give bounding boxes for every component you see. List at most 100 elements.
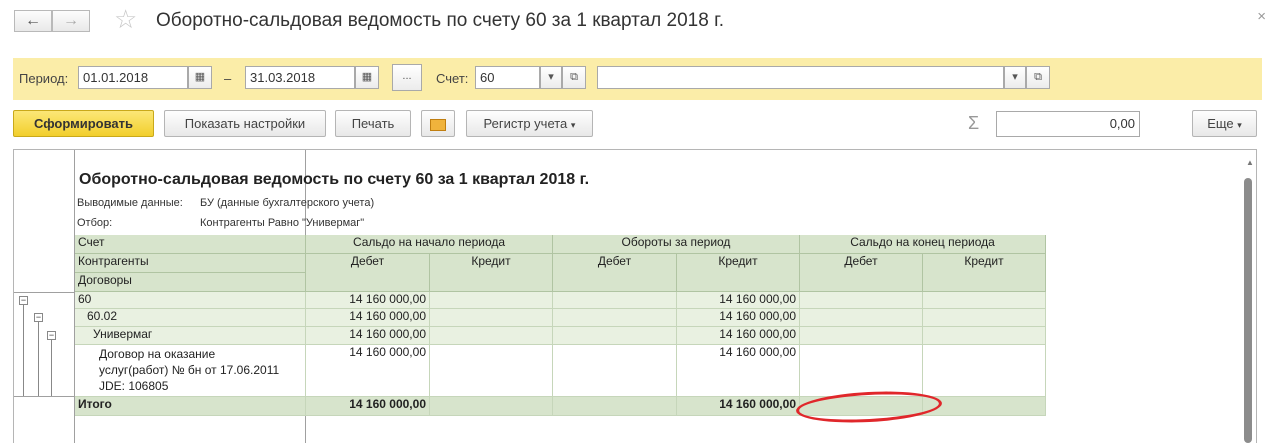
period-select-button[interactable]: ...: [392, 64, 422, 91]
contract-line: JDE: 106805: [99, 379, 169, 393]
filter-label: Отбор:: [77, 217, 113, 229]
opening-credit-cell: [430, 309, 553, 327]
more-label: Еще: [1207, 116, 1234, 131]
envelope-icon: [430, 118, 446, 131]
header-credit: Кредит: [923, 254, 1046, 292]
date-from-field[interactable]: 01.01.2018: [78, 66, 188, 89]
header-opening-balance: Сальдо на начало периода: [306, 235, 553, 254]
favorite-star-icon[interactable]: ☆: [114, 6, 137, 32]
period-dash: –: [224, 71, 232, 86]
total-turnover-debit: [553, 397, 677, 416]
window-title: Оборотно-сальдовая ведомость по счету 60…: [156, 10, 724, 31]
header-closing-balance: Сальдо на конец периода: [800, 235, 1046, 254]
contract-line: услуг(работ) № бн от 17.06.2011: [99, 363, 280, 377]
register-label: Регистр учета: [483, 116, 568, 131]
collapse-toggle-icon[interactable]: −: [19, 296, 28, 305]
account-open-button[interactable]: ⧉: [562, 66, 586, 89]
closing-credit-cell: [923, 292, 1046, 309]
date-to-field[interactable]: 31.03.2018: [245, 66, 355, 89]
turnover-credit-cell: 14 160 000,00: [677, 345, 800, 397]
collapse-toggle-icon[interactable]: −: [34, 313, 43, 322]
opening-debit-cell: 14 160 000,00: [306, 327, 430, 345]
calendar-from-button[interactable]: ▦: [188, 66, 212, 89]
table-row-label: Договор на оказание услуг(работ) № бн от…: [75, 345, 306, 397]
opening-credit-cell: [430, 345, 553, 397]
output-label: Выводимые данные:: [77, 197, 183, 209]
header-turnover: Обороты за период: [553, 235, 800, 254]
header-debit: Дебет: [800, 254, 923, 292]
open-link-icon: ⧉: [570, 71, 578, 83]
collapse-toggle-icon[interactable]: −: [47, 331, 56, 340]
open-link-icon: ⧉: [1034, 71, 1042, 83]
header-debit: Дебет: [553, 254, 677, 292]
show-settings-button[interactable]: Показать настройки: [164, 110, 326, 137]
account-label: Счет:: [436, 71, 469, 86]
closing-debit-cell: [800, 292, 923, 309]
register-button[interactable]: Регистр учета ▾: [466, 110, 593, 137]
opening-credit-cell: [430, 327, 553, 345]
calendar-to-button[interactable]: ▦: [355, 66, 379, 89]
header-debit: Дебет: [306, 254, 430, 292]
tree-line: [23, 305, 24, 396]
close-icon[interactable]: ×: [1257, 8, 1266, 25]
header-credit: Кредит: [430, 254, 553, 292]
row-divider: [14, 292, 74, 293]
subconto-open-button[interactable]: ⧉: [1026, 66, 1050, 89]
row-divider: [14, 396, 74, 397]
closing-debit-cell: [800, 327, 923, 345]
chevron-down-icon: ▾: [570, 120, 576, 130]
closing-credit-cell: [923, 345, 1046, 397]
opening-debit-cell: 14 160 000,00: [306, 292, 430, 309]
more-button[interactable]: Еще ▾: [1192, 110, 1257, 137]
subconto-field[interactable]: [597, 66, 1004, 89]
header-account: Счет: [75, 235, 306, 254]
turnover-debit-cell: [553, 292, 677, 309]
contract-line: Договор на оказание: [99, 347, 216, 361]
total-turnover-credit: 14 160 000,00: [677, 397, 800, 416]
tree-line: [51, 340, 52, 396]
closing-debit-cell: [800, 309, 923, 327]
arrow-left-icon: ←: [25, 12, 41, 29]
header-contract: Договоры: [75, 273, 306, 292]
period-label: Период:: [19, 71, 69, 86]
total-opening-debit: 14 160 000,00: [306, 397, 430, 416]
generate-button[interactable]: Сформировать: [13, 110, 154, 137]
sum-icon: Σ: [968, 113, 980, 133]
account-field[interactable]: 60: [475, 66, 540, 89]
sum-field[interactable]: 0,00: [996, 111, 1140, 137]
chevron-down-icon: ▾: [1012, 71, 1018, 83]
forward-button[interactable]: →: [52, 10, 90, 32]
total-closing-credit: [923, 397, 1046, 416]
print-button[interactable]: Печать: [335, 110, 411, 137]
table-row-label: 60.02: [75, 309, 306, 327]
header-credit: Кредит: [677, 254, 800, 292]
total-label: Итого: [75, 397, 306, 416]
chevron-down-icon: ▾: [548, 71, 554, 83]
arrow-right-icon: →: [63, 12, 79, 29]
calendar-icon: ▦: [194, 71, 206, 83]
turnover-credit-cell: 14 160 000,00: [677, 327, 800, 345]
scroll-up-icon[interactable]: ▲: [1246, 158, 1254, 167]
table-row-label: 60: [75, 292, 306, 309]
header-counterparty: Контрагенты: [75, 254, 306, 273]
tree-line: [38, 322, 39, 396]
opening-debit-cell: 14 160 000,00: [306, 345, 430, 397]
opening-credit-cell: [430, 292, 553, 309]
vertical-scrollbar[interactable]: [1244, 178, 1252, 443]
output-value: БУ (данные бухгалтерского учета): [200, 197, 375, 209]
closing-credit-cell: [923, 309, 1046, 327]
opening-debit-cell: 14 160 000,00: [306, 309, 430, 327]
closing-credit-cell: [923, 327, 1046, 345]
filter-value: Контрагенты Равно "Универмаг": [200, 217, 365, 229]
table-row-label: Универмаг: [75, 327, 306, 345]
calendar-icon: ▦: [361, 71, 373, 83]
total-opening-credit: [430, 397, 553, 416]
email-button[interactable]: [421, 110, 455, 137]
chevron-down-icon: ▾: [1237, 120, 1242, 130]
account-dropdown-button[interactable]: ▾: [540, 66, 562, 89]
report-title: Оборотно-сальдовая ведомость по счету 60…: [79, 171, 590, 188]
turnover-credit-cell: 14 160 000,00: [677, 309, 800, 327]
subconto-dropdown-button[interactable]: ▾: [1004, 66, 1026, 89]
back-button[interactable]: ←: [14, 10, 52, 32]
turnover-debit-cell: [553, 345, 677, 397]
